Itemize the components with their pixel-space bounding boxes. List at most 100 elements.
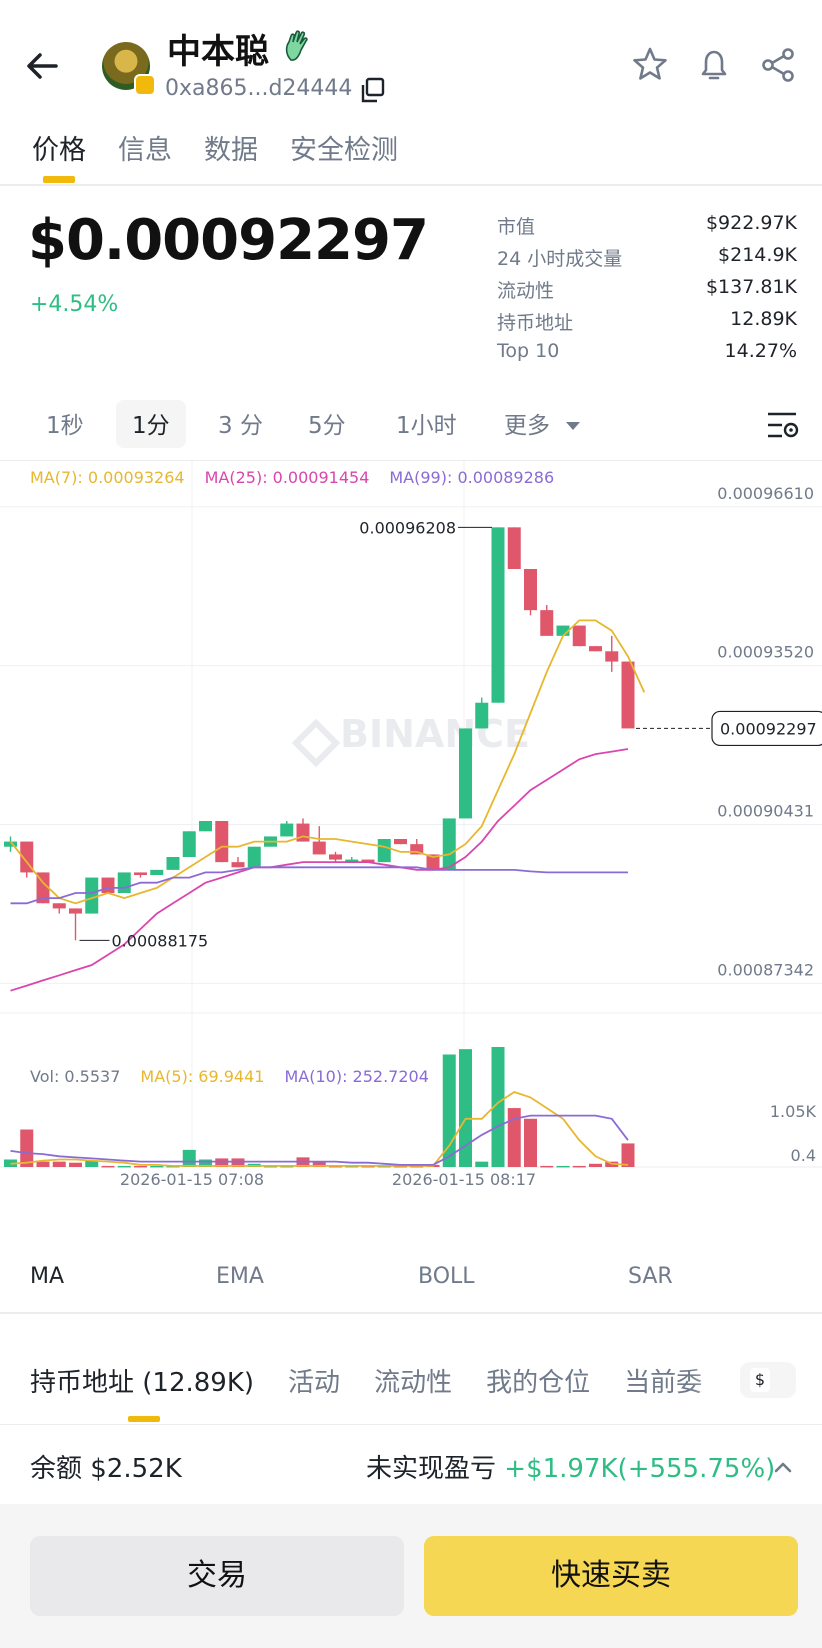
indicator-ma[interactable]: MA [30, 1264, 64, 1289]
vol-ma5-value: MA(5): 69.9441 [140, 1067, 265, 1086]
volume-bar [572, 1165, 586, 1168]
currency-toggle[interactable]: $ [740, 1362, 796, 1398]
low-price-label: 0.00088175 [112, 931, 209, 950]
candle-body [199, 821, 212, 832]
interval-3m[interactable]: 3 分 [218, 406, 263, 440]
price-axis-label: 0.00087342 [717, 960, 814, 979]
indicator-ema[interactable]: EMA [216, 1264, 264, 1289]
market-stats: 市值 $922.97K 24 小时成交量 $214.9K 流动性 $137.81K 持… [497, 212, 797, 372]
candle-body [621, 661, 635, 729]
ma25-value: MA(25): 0.00091454 [204, 468, 370, 487]
stat-row: 24 小时成交量 $214.9K [497, 244, 797, 276]
chevron-up-icon[interactable] [772, 1456, 794, 1478]
candle-body [377, 839, 391, 863]
stat-value: 12.89K [730, 308, 797, 330]
watermark-text: BINANCE [340, 712, 530, 756]
candle-body [312, 841, 326, 855]
divider [0, 1424, 822, 1425]
ma7-value: MA(7): 0.00093264 [30, 468, 185, 487]
divider [0, 184, 822, 186]
stat-value: $214.9K [718, 244, 797, 266]
stat-row: 市值 $922.97K [497, 212, 797, 244]
contract-address: 0xa865...d24444 [165, 76, 353, 101]
ma7-line [9, 619, 646, 905]
candle-body [280, 823, 294, 837]
interval-1h[interactable]: 1小时 [396, 406, 457, 440]
candle-body [101, 877, 115, 893]
stat-label: 持币地址 [497, 312, 574, 334]
candle-body [442, 818, 456, 870]
stat-label: 流动性 [497, 280, 555, 302]
volume-bar [540, 1165, 554, 1168]
candle-body [247, 846, 261, 868]
pnl-value: +$1.97K(+555.75%) [504, 1454, 776, 1484]
ma-legend: MA(7): 0.00093264 MA(25): 0.00091454 MA(… [30, 468, 554, 487]
copy-icon[interactable] [358, 76, 386, 104]
unrealized-pnl: 未实现盈亏 +$1.97K(+555.75%) [366, 1448, 775, 1485]
balance: 余额 $2.52K [30, 1454, 182, 1484]
stat-row: 流动性 $137.81K [497, 276, 797, 308]
high-price-label: 0.00096208 [359, 518, 456, 537]
volume-bar [134, 1165, 147, 1168]
candle-body [329, 854, 342, 860]
interval-5m[interactable]: 5分 [308, 406, 346, 440]
volume-bar [101, 1165, 115, 1168]
volume-axis-label: 1.05K [770, 1102, 817, 1121]
volume-bar [69, 1162, 82, 1167]
candle-body [134, 872, 147, 875]
tab-indicator [128, 1416, 160, 1422]
tab-indicator [43, 176, 75, 183]
candle-body [150, 869, 164, 875]
candle-body [540, 610, 554, 636]
chevron-down-icon[interactable] [566, 422, 580, 430]
back-arrow-icon[interactable] [22, 44, 66, 88]
candle-body [475, 702, 489, 729]
time-axis-label: 2026-01-15 08:17 [392, 1170, 536, 1189]
interval-1s[interactable]: 1秒 [46, 406, 84, 440]
volume-bar [36, 1161, 50, 1167]
tab-data[interactable]: 数据 [204, 128, 258, 167]
vol-ma10-value: MA(10): 252.7204 [284, 1067, 429, 1086]
stat-value: 14.27% [724, 340, 797, 362]
candle-body [524, 569, 537, 611]
candle-body [117, 872, 131, 893]
volume-bar [556, 1165, 570, 1168]
tab-liquidity[interactable]: 流动性 [374, 1362, 452, 1399]
detail-tabs: 价格 信息 数据 安全检测 [32, 128, 398, 167]
volume-bar [182, 1149, 196, 1167]
candle-body [459, 728, 472, 819]
token-name: 中本聪 [167, 32, 269, 72]
ma25-line [10, 748, 629, 992]
tab-holders[interactable]: 持币地址 (12.89K) [30, 1362, 254, 1399]
star-icon[interactable] [630, 45, 670, 85]
chart-settings-icon[interactable] [766, 410, 800, 440]
interval-more[interactable]: 更多 [504, 406, 550, 440]
stat-value: $922.97K [705, 212, 797, 234]
tab-activity[interactable]: 活动 [288, 1362, 340, 1399]
volume-bar [621, 1143, 635, 1167]
volume-bar [589, 1163, 602, 1167]
price-chart[interactable]: BINANCE 0.00096610 0.00093520 0.00090431 0.0… [0, 461, 822, 1231]
chain-badge-icon [134, 74, 156, 96]
candle-body [166, 857, 180, 870]
candle-body [85, 877, 99, 914]
interval-selector: 1秒 1分 3 分 5分 1小时 更多 [0, 400, 822, 450]
price-axis-label: 0.00090431 [717, 802, 814, 821]
indicator-boll[interactable]: BOLL [418, 1264, 475, 1289]
volume-legend: Vol: 0.5537 MA(5): 69.9441 MA(10): 252.7… [30, 1067, 429, 1086]
bell-icon[interactable] [694, 45, 734, 85]
tab-price[interactable]: 价格 [32, 128, 86, 167]
stat-label: Top 10 [497, 340, 560, 362]
share-icon[interactable] [758, 45, 798, 85]
tab-info[interactable]: 信息 [118, 128, 172, 167]
pnl-label: 未实现盈亏 [366, 1454, 497, 1484]
currency-symbol: $ [750, 1368, 770, 1392]
interval-1m[interactable]: 1分 [132, 406, 170, 440]
trade-button[interactable]: 交易 [30, 1536, 404, 1616]
indicator-sar[interactable]: SAR [628, 1264, 673, 1289]
candle-body [507, 527, 521, 569]
tab-security[interactable]: 安全检测 [290, 128, 398, 167]
quick-trade-button[interactable]: 快速买卖 [424, 1536, 798, 1616]
stat-row: Top 10 14.27% [497, 340, 797, 372]
tab-my-position[interactable]: 我的仓位 [486, 1362, 590, 1399]
